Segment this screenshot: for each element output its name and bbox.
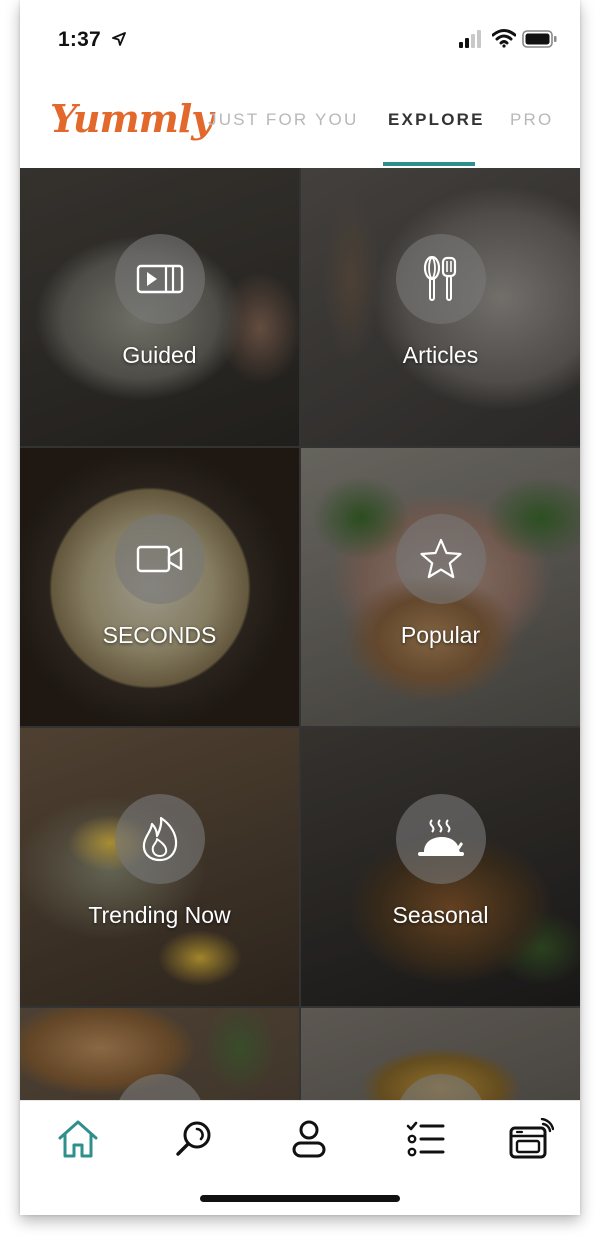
oven-icon: [509, 1118, 554, 1159]
tile-popular[interactable]: Popular: [301, 448, 580, 726]
battery-icon: [522, 30, 557, 48]
tile-icon-circle: [396, 234, 486, 324]
tab-explore[interactable]: EXPLORE: [388, 110, 485, 130]
user-icon: [292, 1120, 326, 1158]
tile-articles[interactable]: Articles: [301, 168, 580, 446]
status-time: 1:37: [58, 28, 101, 51]
nav-search[interactable]: [170, 1115, 218, 1163]
search-icon: [176, 1121, 211, 1156]
tile-icon-circle: [115, 514, 205, 604]
tile-partial-right[interactable]: [301, 1008, 580, 1100]
roast-dish-icon: [418, 819, 464, 856]
tile-label: SECONDS: [102, 622, 217, 648]
tab-pro[interactable]: PRO: [510, 110, 553, 130]
tile-icon-circle: [396, 794, 486, 884]
home-indicator: [200, 1195, 400, 1202]
tile-label: Trending Now: [88, 902, 231, 928]
tile-seconds[interactable]: SECONDS: [20, 448, 299, 726]
app-header: Yummly JUST FOR YOU EXPLORE PRO: [20, 80, 580, 168]
tile-icon-circle: [115, 234, 205, 324]
tile-icon-circle: [396, 514, 486, 604]
phone-screen: 1:37 Yummly JUST FOR YOU EXPLORE PRO Gui…: [20, 0, 580, 1215]
nav-profile[interactable]: [285, 1115, 333, 1163]
tile-trending-now[interactable]: Trending Now: [20, 728, 299, 1006]
video-camera-icon: [136, 545, 183, 573]
home-icon: [58, 1120, 98, 1158]
location-arrow-icon: [112, 32, 126, 46]
tile-partial-left[interactable]: [20, 1008, 299, 1100]
checklist-icon: [406, 1121, 445, 1157]
tile-label: Articles: [402, 342, 479, 368]
nav-smart-oven[interactable]: [507, 1115, 555, 1163]
nav-shopping-list[interactable]: [402, 1115, 450, 1163]
tab-just-for-you[interactable]: JUST FOR YOU: [208, 110, 358, 130]
whisk-spatula-icon: [423, 256, 457, 301]
cellular-signal-icon: [459, 30, 481, 48]
tile-label: Guided: [122, 342, 197, 368]
flame-icon: [142, 816, 178, 862]
active-tab-indicator: [383, 162, 475, 166]
wifi-icon: [492, 29, 516, 48]
tile-label: Popular: [400, 622, 481, 648]
tile-label: Seasonal: [392, 902, 489, 928]
bottom-nav: [20, 1100, 580, 1215]
status-bar: 1:37: [20, 0, 580, 80]
tile-seasonal[interactable]: Seasonal: [301, 728, 580, 1006]
explore-grid: Guided Articles SECONDS Popular Trending…: [20, 168, 580, 1100]
top-tabs: JUST FOR YOU EXPLORE PRO: [20, 80, 580, 168]
star-icon: [420, 538, 462, 579]
tile-icon-circle: [115, 794, 205, 884]
video-guide-icon: [136, 264, 184, 294]
nav-home[interactable]: [54, 1115, 102, 1163]
tile-guided[interactable]: Guided: [20, 168, 299, 446]
